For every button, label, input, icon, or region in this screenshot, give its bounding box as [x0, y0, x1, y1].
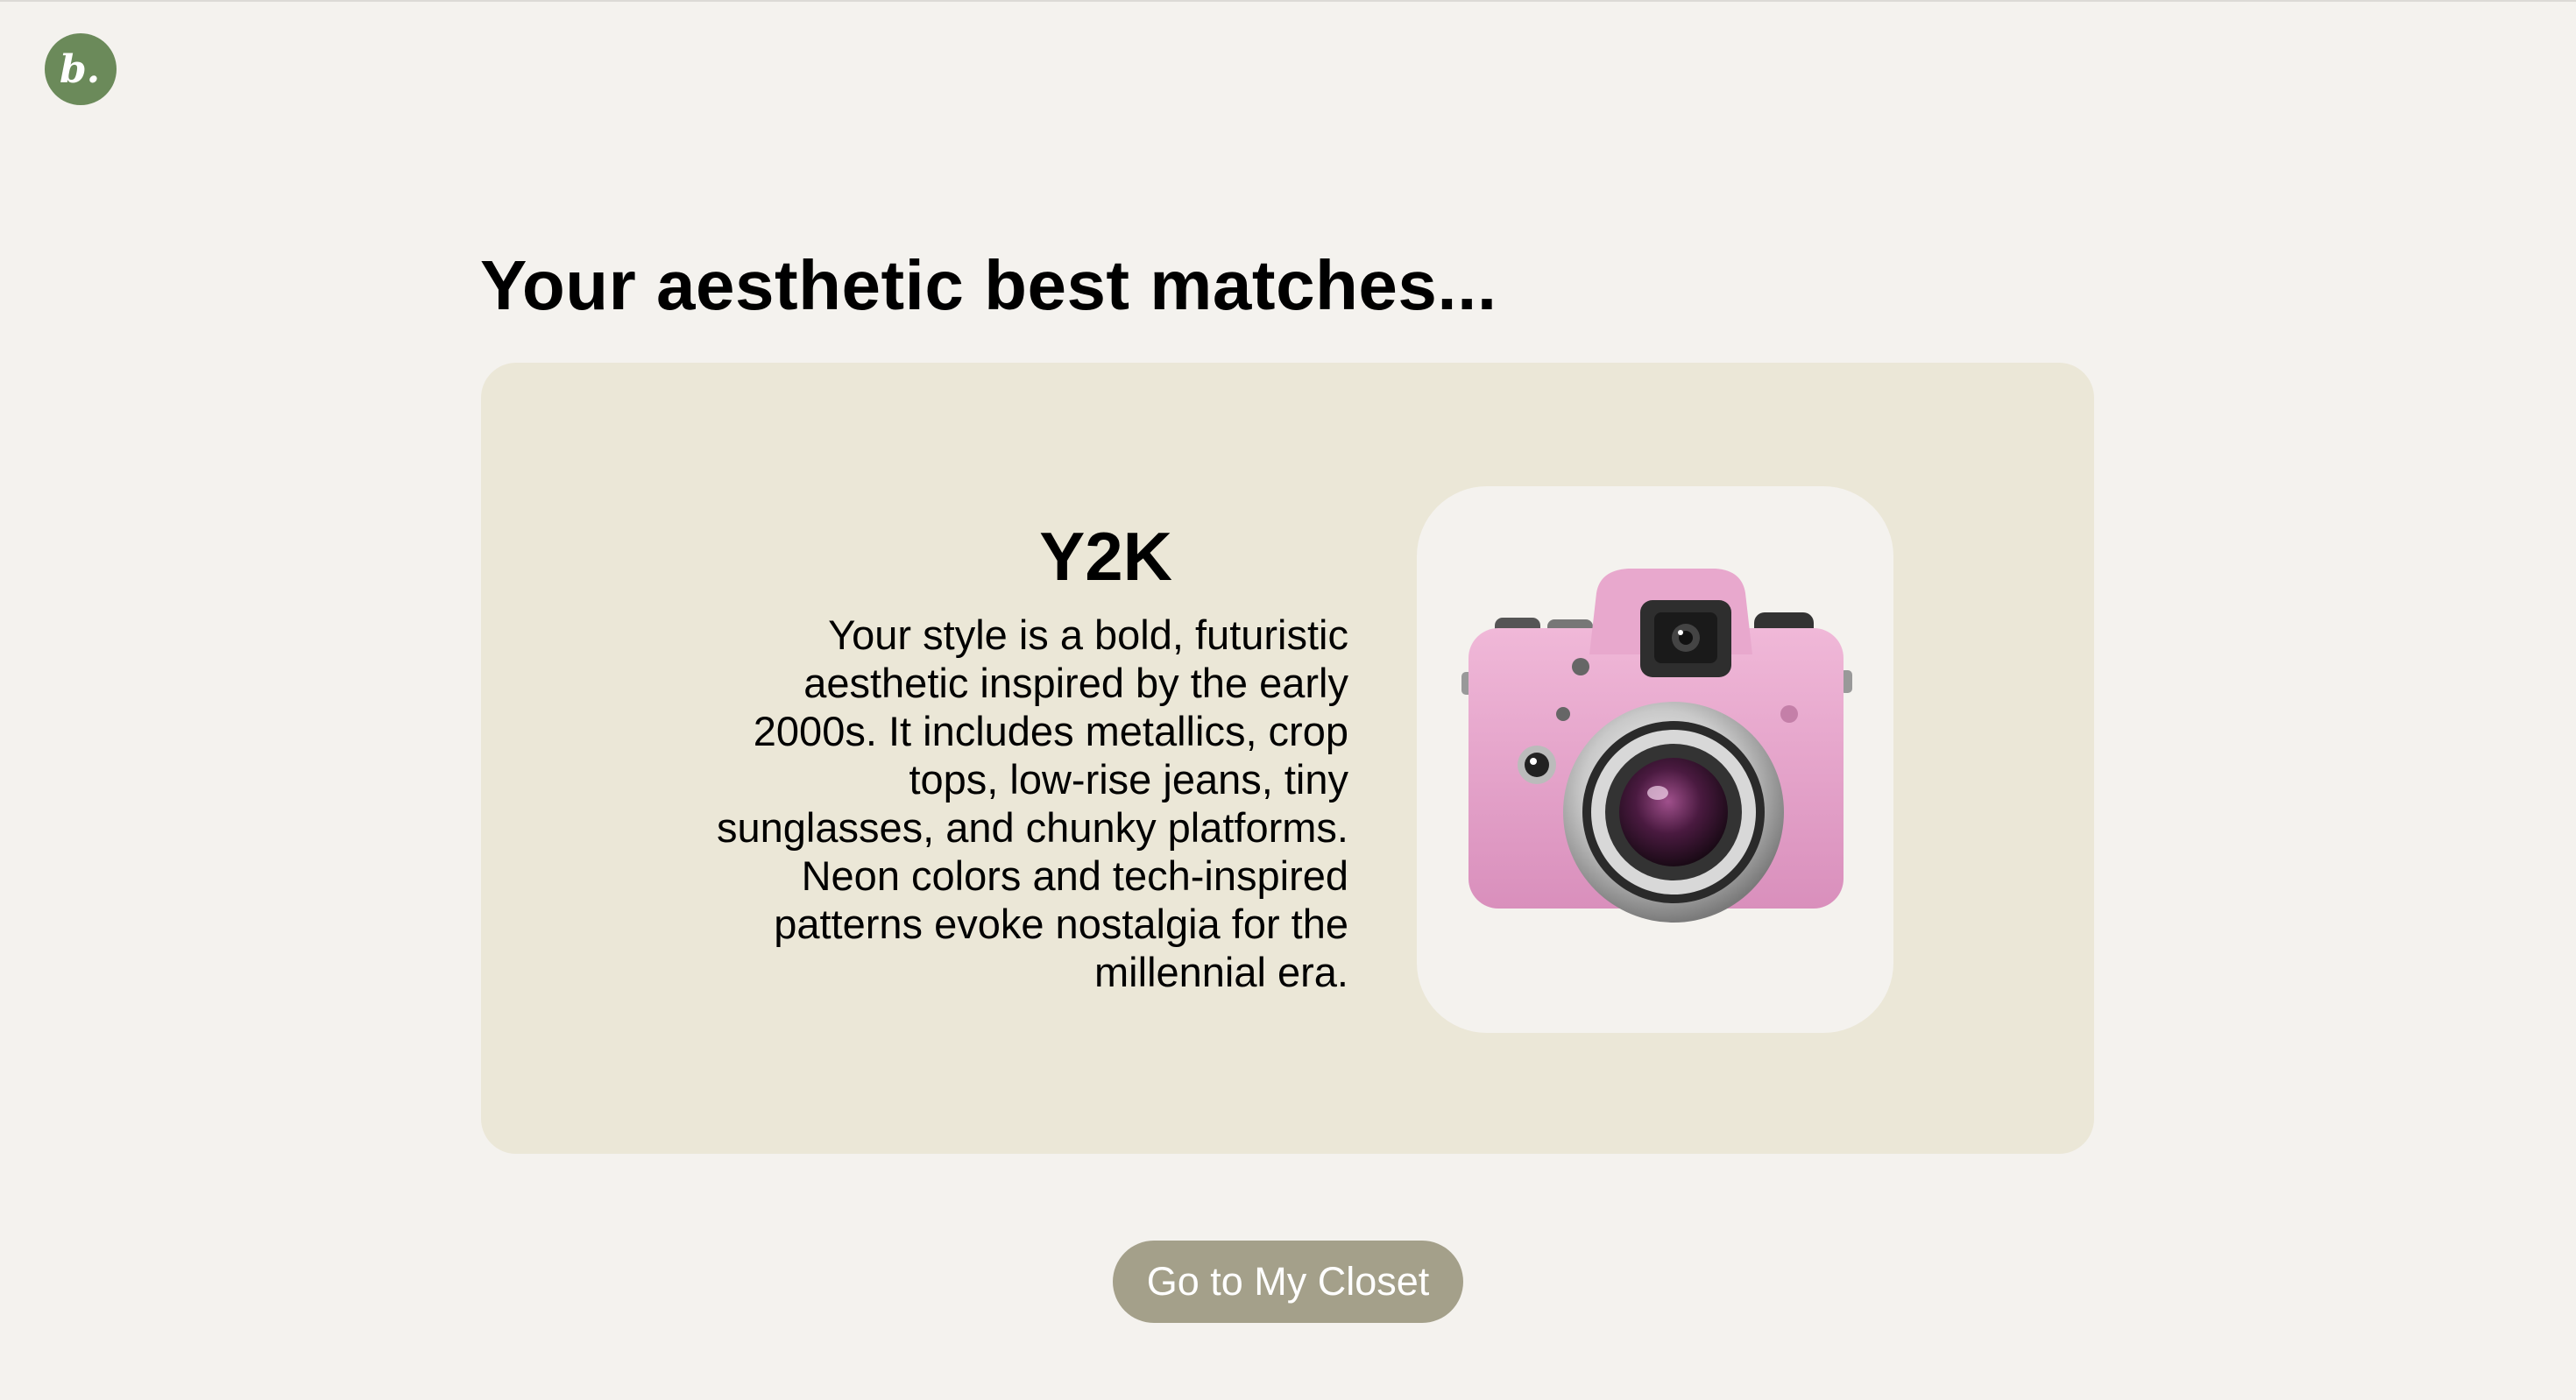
svg-text:b.: b.: [60, 47, 100, 92]
aesthetic-image-tile: [1417, 486, 1893, 1033]
brand-logo-icon: b.: [60, 47, 100, 92]
aesthetic-name: Y2K: [1039, 518, 1172, 595]
page-title: Your aesthetic best matches...: [480, 246, 1497, 324]
brand-logo[interactable]: b.: [45, 33, 117, 105]
aesthetic-match-card: Y2K Your style is a bold, futuristic aes…: [481, 363, 2094, 1154]
go-to-closet-button[interactable]: Go to My Closet: [1113, 1241, 1463, 1323]
top-divider: [0, 0, 2576, 2]
pink-camera-icon: [1461, 569, 1852, 923]
aesthetic-description: Your style is a bold, futuristic aesthet…: [716, 612, 1348, 995]
